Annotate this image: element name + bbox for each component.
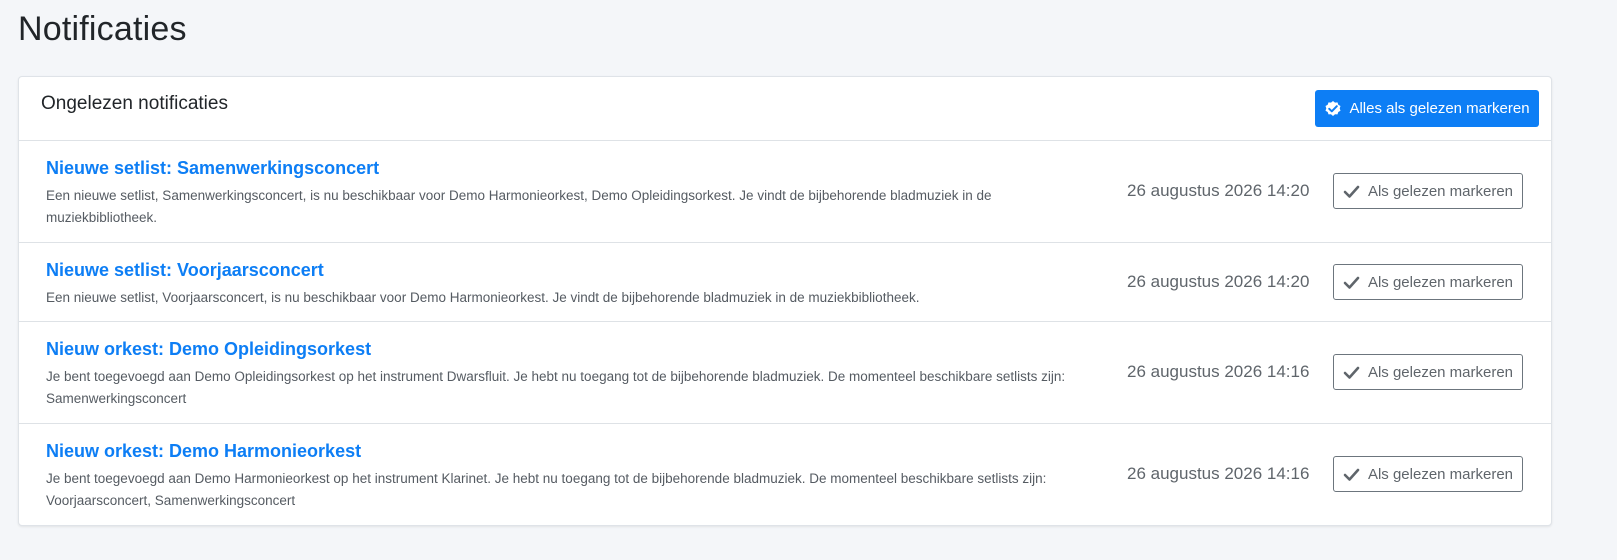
notification-row: Nieuwe setlist: Voorjaarsconcert Een nie… [19,243,1551,322]
notification-description: Je bent toegevoegd aan Demo Opleidingsor… [46,369,1066,406]
mark-all-read-label: Alles als gelezen markeren [1349,100,1530,117]
check-icon [1343,364,1360,381]
check-icon [1343,183,1360,200]
card-header: Ongelezen notificaties Alles als gelezen… [19,77,1551,141]
page-title: Notificaties [18,10,187,48]
notification-title[interactable]: Nieuwe setlist: Voorjaarsconcert [46,260,324,281]
notification-title[interactable]: Nieuw orkest: Demo Harmonieorkest [46,441,361,462]
mark-as-read-button[interactable]: Als gelezen markeren [1333,456,1523,492]
card-title: Ongelezen notificaties [41,93,228,114]
double-check-icon [1324,100,1342,118]
notification-timestamp: 26 augustus 2026 14:20 [1127,181,1310,200]
notification-row: Nieuw orkest: Demo Harmonieorkest Je ben… [19,424,1551,525]
notification-timestamp: 26 augustus 2026 14:16 [1127,464,1310,483]
notification-title[interactable]: Nieuwe setlist: Samenwerkingsconcert [46,158,379,179]
check-icon [1343,274,1360,291]
notification-list: Nieuwe setlist: Samenwerkingsconcert Een… [19,141,1551,525]
notification-description: Een nieuwe setlist, Samenwerkingsconcert… [46,188,992,225]
mark-as-read-label: Als gelezen markeren [1367,363,1514,381]
mark-all-read-button[interactable]: Alles als gelezen markeren [1315,90,1539,127]
notifications-card: Ongelezen notificaties Alles als gelezen… [18,76,1552,526]
notification-timestamp: 26 augustus 2026 14:20 [1127,272,1310,291]
mark-as-read-label: Als gelezen markeren [1367,182,1514,200]
notification-row: Nieuwe setlist: Samenwerkingsconcert Een… [19,141,1551,243]
notification-title[interactable]: Nieuw orkest: Demo Opleidingsorkest [46,339,371,360]
mark-as-read-label: Als gelezen markeren [1367,273,1514,291]
notification-description: Je bent toegevoegd aan Demo Harmonieorke… [46,471,1047,508]
notification-description: Een nieuwe setlist, Voorjaarsconcert, is… [46,290,920,305]
notification-timestamp: 26 augustus 2026 14:16 [1127,362,1310,381]
mark-as-read-button[interactable]: Als gelezen markeren [1333,264,1523,300]
mark-as-read-button[interactable]: Als gelezen markeren [1333,354,1523,390]
notification-row: Nieuw orkest: Demo Opleidingsorkest Je b… [19,322,1551,424]
mark-as-read-label: Als gelezen markeren [1367,465,1514,483]
check-icon [1343,466,1360,483]
mark-as-read-button[interactable]: Als gelezen markeren [1333,173,1523,209]
